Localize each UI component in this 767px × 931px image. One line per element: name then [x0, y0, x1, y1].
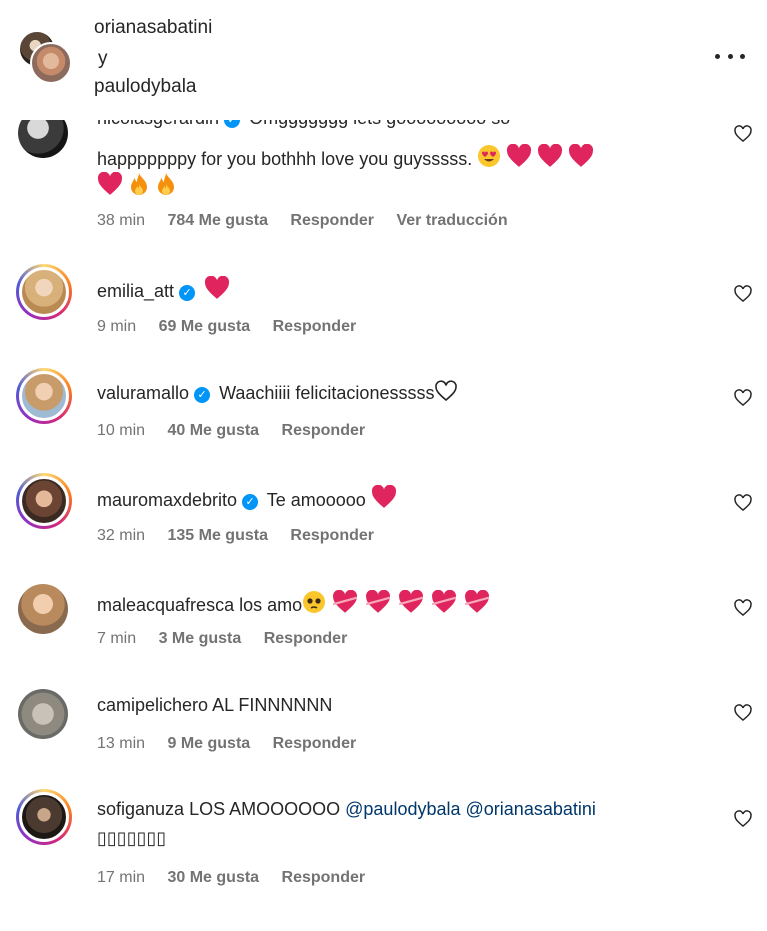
red-heart-icon [205, 276, 230, 299]
comment-likes[interactable]: 135 Me gusta [167, 527, 267, 544]
avatar[interactable] [18, 584, 68, 634]
heart-with-ribbon-icon [333, 590, 358, 613]
comment-likes[interactable]: 30 Me gusta [167, 869, 259, 886]
avatar[interactable] [16, 368, 72, 424]
mention-link[interactable]: @orianasabatini [466, 799, 596, 819]
reply-button[interactable]: Responder [282, 869, 366, 886]
comment-likes[interactable]: 40 Me gusta [167, 422, 259, 439]
avatar[interactable] [18, 689, 68, 739]
heart-outline-icon[interactable] [733, 388, 753, 408]
comment-time[interactable]: 17 min [97, 869, 145, 886]
comment-username[interactable]: mauromaxdebrito [97, 490, 237, 510]
comment-time[interactable]: 38 min [97, 212, 145, 229]
heart-outline-icon[interactable] [733, 598, 753, 618]
comment-time[interactable]: 10 min [97, 422, 145, 439]
reply-button[interactable]: Responder [273, 735, 357, 752]
reply-button[interactable]: Responder [290, 212, 374, 229]
header-username-2[interactable]: paulodybala [94, 76, 196, 98]
heart-outline-icon[interactable] [733, 703, 753, 723]
comment-username[interactable]: sofiganuza [97, 799, 184, 819]
heart-outline-icon[interactable] [733, 284, 753, 304]
comment-likes[interactable]: 784 Me gusta [167, 212, 267, 229]
white-heart-icon [435, 380, 458, 402]
comment-text: happpppppy for you bothhh love you guyss… [97, 149, 473, 169]
mention-link[interactable]: @paulodybala [345, 799, 460, 819]
heart-with-ribbon-icon [432, 590, 457, 613]
comment-username[interactable]: maleacquafresca [97, 595, 234, 615]
heart-eyes-emoji-icon [478, 145, 501, 167]
red-heart-icon [371, 485, 396, 508]
header-username-1[interactable]: orianasabatini [94, 17, 212, 39]
comment-likes[interactable]: 9 Me gusta [167, 735, 250, 752]
comment-time[interactable]: 9 min [97, 318, 136, 335]
comment-text: ▯▯▯▯▯▯▯ [97, 828, 167, 848]
fire-emoji-icon [158, 173, 175, 195]
avatar[interactable] [16, 473, 72, 529]
red-heart-icon [507, 144, 532, 167]
pleading-face-emoji-icon [303, 591, 326, 613]
comment-time[interactable]: 32 min [97, 527, 145, 544]
comment-username[interactable]: valuramallo [97, 383, 189, 403]
avatar[interactable] [16, 264, 72, 320]
heart-outline-icon[interactable] [733, 809, 753, 829]
heart-with-ribbon-icon [399, 590, 424, 613]
avatar[interactable] [16, 789, 72, 845]
more-options-icon[interactable] [715, 46, 745, 66]
collab-avatars[interactable] [16, 28, 72, 88]
red-heart-icon [538, 144, 563, 167]
reply-button[interactable]: Responder [264, 630, 348, 647]
post-header: orianasabatini y paulodybala [0, 0, 767, 120]
comment-text: los amo [239, 595, 303, 615]
see-translation-button[interactable]: Ver traducción [396, 212, 507, 229]
comment-likes[interactable]: 3 Me gusta [159, 630, 242, 647]
comment-likes[interactable]: 69 Me gusta [159, 318, 251, 335]
heart-outline-icon[interactable] [733, 493, 753, 513]
reply-button[interactable]: Responder [282, 422, 366, 439]
header-connector: y [98, 48, 108, 69]
heart-outline-icon[interactable] [733, 124, 753, 144]
reply-button[interactable]: Responder [273, 318, 357, 335]
comment-time[interactable]: 7 min [97, 630, 136, 647]
comment-time[interactable]: 13 min [97, 735, 145, 752]
verified-badge-icon: ✓ [179, 285, 196, 301]
red-heart-icon [569, 144, 594, 167]
verified-badge-icon: ✓ [194, 387, 211, 403]
verified-badge-icon: ✓ [242, 494, 259, 510]
fire-emoji-icon [131, 173, 148, 195]
comment-text: AL FINNNNNN [212, 695, 333, 715]
reply-button[interactable]: Responder [290, 527, 374, 544]
heart-with-ribbon-icon [366, 590, 391, 613]
avatar [30, 42, 72, 84]
heart-with-ribbon-icon [465, 590, 490, 613]
comment-text: Te amooooo [266, 490, 366, 510]
comment-username[interactable]: camipelichero [97, 695, 208, 715]
comment-username[interactable]: emilia_att [97, 281, 174, 301]
comment-text: LOS AMOOOOOO [189, 799, 341, 819]
comment-text: Waachiiii felicitacionesssss [219, 383, 435, 403]
red-heart-icon [97, 172, 123, 195]
